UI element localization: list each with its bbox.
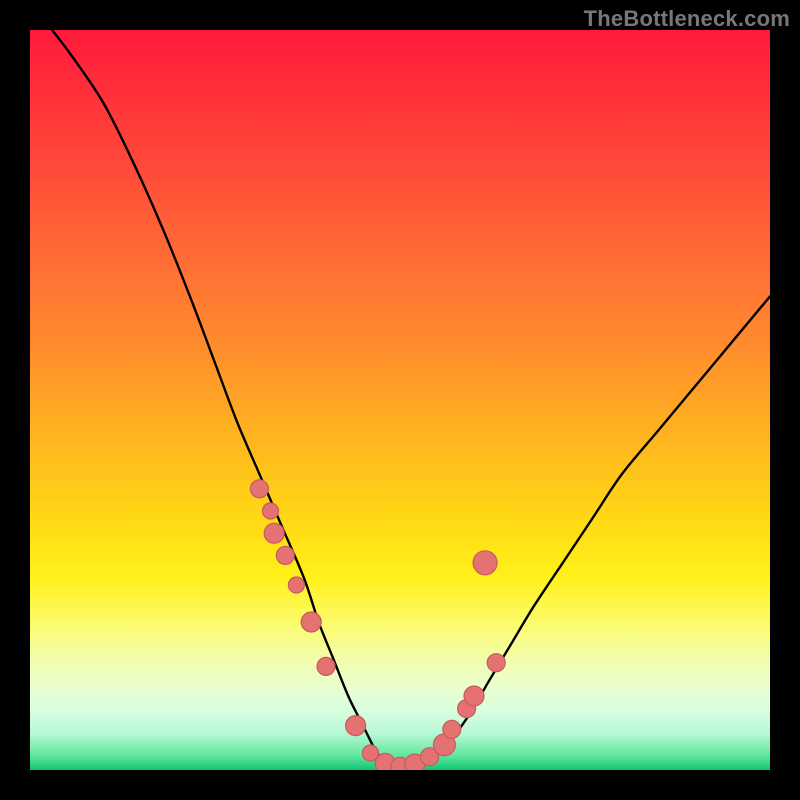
marker-group [250, 480, 505, 770]
watermark-text: TheBottleneck.com [584, 6, 790, 32]
highlight-marker [464, 686, 484, 706]
curve-svg [30, 30, 770, 770]
plot-area [30, 30, 770, 770]
highlight-marker [288, 577, 304, 593]
highlight-marker [264, 523, 284, 543]
highlight-marker [263, 503, 279, 519]
bottleneck-curve [52, 30, 770, 766]
chart-container: TheBottleneck.com [0, 0, 800, 800]
highlight-marker [276, 546, 294, 564]
highlight-marker [317, 657, 335, 675]
highlight-marker [301, 612, 321, 632]
highlight-marker [473, 551, 497, 575]
highlight-marker [487, 654, 505, 672]
highlight-marker [443, 720, 461, 738]
highlight-marker [346, 716, 366, 736]
highlight-marker [250, 480, 268, 498]
